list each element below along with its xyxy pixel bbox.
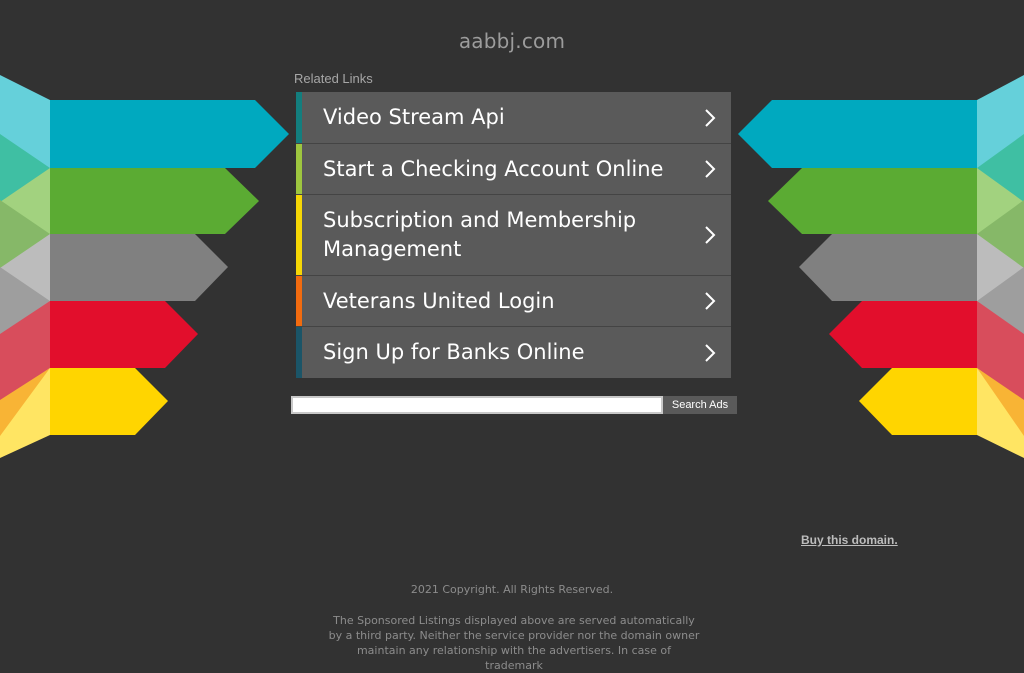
link-accent-bar xyxy=(296,92,302,143)
related-links-label: Related Links xyxy=(294,71,373,86)
disclaimer-text: The Sponsored Listings displayed above a… xyxy=(328,614,700,672)
chevron-right-icon xyxy=(705,292,716,310)
link-label: Subscription and Membership Management xyxy=(323,208,637,261)
related-link-subscription-management[interactable]: Subscription and Membership Management xyxy=(296,195,731,276)
related-link-banks-online[interactable]: Sign Up for Banks Online xyxy=(296,327,731,378)
link-accent-bar xyxy=(296,144,302,194)
link-accent-bar xyxy=(296,195,302,275)
chevron-right-icon xyxy=(705,108,716,127)
related-links-list: Video Stream Api Start a Checking Accoun… xyxy=(296,92,731,378)
link-accent-bar xyxy=(296,327,302,378)
link-label: Video Stream Api xyxy=(323,105,505,129)
link-label: Start a Checking Account Online xyxy=(323,156,664,181)
link-label: Veterans United Login xyxy=(323,288,555,313)
link-accent-bar xyxy=(296,276,302,326)
search-ads-button[interactable]: Search Ads xyxy=(663,396,737,414)
domain-title: aabbj.com xyxy=(458,29,566,53)
buy-domain-link[interactable]: Buy this domain. xyxy=(801,533,898,547)
chevron-right-icon xyxy=(705,226,716,244)
copyright-text: 2021 Copyright. All Rights Reserved. xyxy=(410,583,614,596)
chevron-right-icon xyxy=(705,160,716,178)
chevron-right-icon xyxy=(705,343,716,362)
search-bar: Search Ads xyxy=(291,396,737,414)
related-link-veterans-united[interactable]: Veterans United Login xyxy=(296,276,731,327)
related-link-checking-account[interactable]: Start a Checking Account Online xyxy=(296,144,731,195)
search-input[interactable] xyxy=(291,396,663,414)
related-link-video-stream-api[interactable]: Video Stream Api xyxy=(296,92,731,144)
link-label: Sign Up for Banks Online xyxy=(323,340,585,364)
